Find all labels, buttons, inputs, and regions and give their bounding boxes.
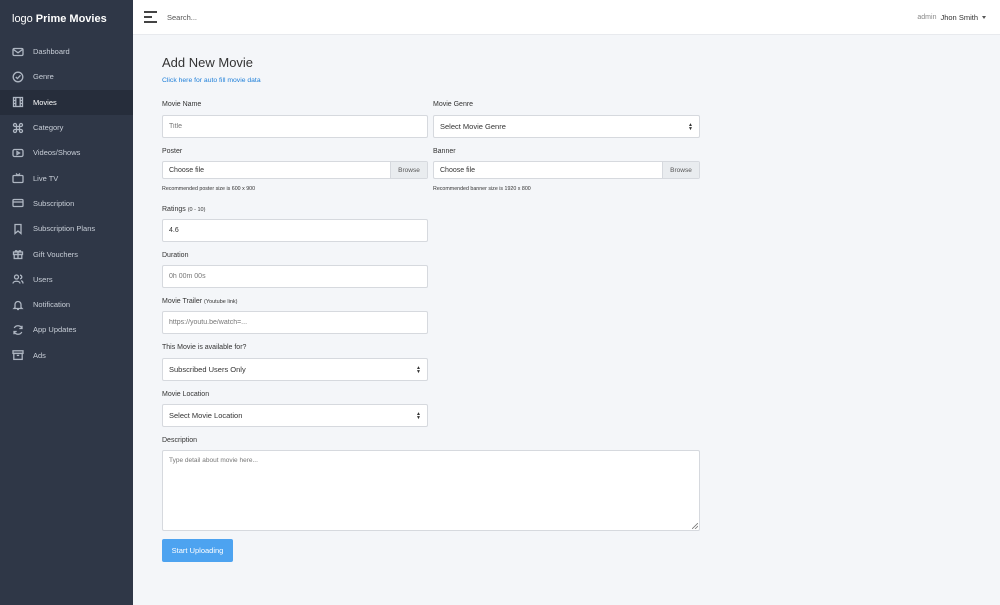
sidebar-item-label: Subscription (33, 198, 75, 208)
command-icon (12, 122, 24, 134)
trailer-label-text: Movie Trailer (162, 298, 203, 305)
location-value: Select Movie Location (169, 411, 243, 420)
ratings-input[interactable] (162, 219, 428, 242)
menu-toggle-icon[interactable] (144, 11, 158, 23)
brand-name: Prime Movies (35, 13, 107, 25)
select-arrows-icon: ▲ ▼ (688, 121, 693, 132)
brand-logo[interactable]: logo Prime Movies (0, 0, 133, 38)
sidebar-nav: Dashboard Genre Movies Category Videos/S… (0, 39, 133, 368)
duration-input[interactable] (162, 265, 428, 288)
bookmark-icon (12, 223, 24, 235)
users-icon (12, 273, 24, 285)
mail-icon (12, 46, 24, 58)
sidebar-item-label: App Updates (33, 325, 77, 335)
check-circle-icon (12, 71, 24, 83)
sidebar-item-genre[interactable]: Genre (0, 64, 133, 89)
sidebar-item-label: Live TV (33, 173, 59, 183)
chevron-down-icon (982, 16, 986, 19)
sidebar-item-label: Category (33, 123, 64, 133)
sidebar-item-movies[interactable]: Movies (0, 89, 133, 115)
start-uploading-button[interactable]: Start Uploading (162, 539, 233, 562)
sidebar-item-label: Gift Vouchers (33, 249, 79, 259)
trailer-label-sub: (Youtube link) (204, 299, 238, 305)
movie-genre-value: Select Movie Genre (440, 122, 506, 131)
gift-icon (12, 248, 24, 260)
description-textarea[interactable] (162, 450, 700, 531)
ratings-label: Ratings (0 - 10) (162, 206, 205, 213)
sidebar-item-label: Ads (33, 350, 46, 360)
movie-name-input[interactable] (162, 115, 428, 138)
sidebar-item-subscription-plans[interactable]: Subscription Plans (0, 216, 133, 241)
sidebar-item-gift-vouchers[interactable]: Gift Vouchers (0, 241, 133, 266)
movie-genre-label: Movie Genre (433, 101, 474, 108)
banner-browse-button[interactable]: Browse (662, 162, 699, 178)
tv-icon (12, 172, 24, 184)
availability-value: Subscribed Users Only (169, 365, 246, 374)
poster-label: Poster (162, 148, 183, 155)
sidebar-item-label: Users (33, 274, 53, 284)
sidebar-item-ads[interactable]: Ads (0, 343, 133, 368)
autofill-link[interactable]: Click here for auto fill movie data (162, 77, 261, 84)
sidebar-item-live-tv[interactable]: Live TV (0, 165, 133, 190)
sidebar-item-app-updates[interactable]: App Updates (0, 317, 133, 342)
sidebar-item-label: Notification (33, 300, 71, 310)
archive-icon (12, 349, 24, 361)
duration-label: Duration (162, 252, 189, 259)
search-input[interactable] (167, 12, 387, 22)
page-title: Add New Movie (162, 55, 254, 70)
topbar: admin Jhon Smith (133, 0, 1000, 35)
poster-file-input[interactable]: Choose file Browse (162, 161, 428, 179)
location-label: Movie Location (162, 391, 210, 398)
banner-hint: Recommended banner size is 1920 x 800 (433, 186, 531, 192)
select-arrows-icon: ▲ ▼ (416, 364, 421, 375)
sidebar: logo Prime Movies Dashboard Genre Movies… (0, 0, 133, 605)
location-select[interactable]: Select Movie Location ▲ ▼ (162, 404, 428, 427)
sidebar-item-label: Genre (33, 72, 54, 82)
sidebar-item-label: Videos/Shows (33, 148, 81, 158)
availability-select[interactable]: Subscribed Users Only ▲ ▼ (162, 358, 428, 381)
sidebar-item-label: Dashboard (33, 47, 70, 57)
poster-file-name: Choose file (169, 166, 205, 174)
banner-file-name: Choose file (440, 166, 476, 174)
sidebar-item-videos-shows[interactable]: Videos/Shows (0, 140, 133, 165)
user-menu[interactable]: admin Jhon Smith (917, 13, 986, 22)
user-role: admin (917, 14, 937, 21)
add-movie-form: Add New Movie Click here for auto fill m… (162, 55, 700, 562)
trailer-label: Movie Trailer (Youtube link) (162, 298, 237, 305)
card-icon (12, 197, 24, 209)
sidebar-item-dashboard[interactable]: Dashboard (0, 39, 133, 64)
sidebar-item-label: Subscription Plans (33, 224, 96, 234)
film-icon (12, 96, 24, 108)
availability-label: This Movie is available for? (162, 344, 247, 351)
banner-label: Banner (433, 148, 456, 155)
trailer-input[interactable] (162, 311, 428, 334)
poster-hint: Recommended poster size is 600 x 900 (162, 186, 256, 192)
poster-browse-button[interactable]: Browse (390, 162, 427, 178)
user-name: Jhon Smith (940, 13, 978, 22)
select-arrows-icon: ▲ ▼ (416, 410, 421, 421)
description-label: Description (162, 437, 198, 444)
sidebar-item-label: Movies (33, 97, 57, 107)
logo-word: logo (12, 13, 33, 25)
banner-file-input[interactable]: Choose file Browse (433, 161, 700, 179)
resize-handle-icon[interactable] (692, 523, 698, 529)
sidebar-item-notification[interactable]: Notification (0, 292, 133, 317)
bell-icon (12, 299, 24, 311)
video-icon (12, 147, 24, 159)
movie-name-label: Movie Name (162, 101, 202, 108)
sidebar-item-category[interactable]: Category (0, 115, 133, 140)
movie-genre-select[interactable]: Select Movie Genre ▲ ▼ (433, 115, 700, 138)
sidebar-item-users[interactable]: Users (0, 267, 133, 292)
sidebar-item-subscription[interactable]: Subscription (0, 191, 133, 216)
ratings-range: (0 - 10) (187, 207, 206, 213)
refresh-icon (12, 324, 24, 336)
ratings-label-text: Ratings (162, 206, 186, 213)
